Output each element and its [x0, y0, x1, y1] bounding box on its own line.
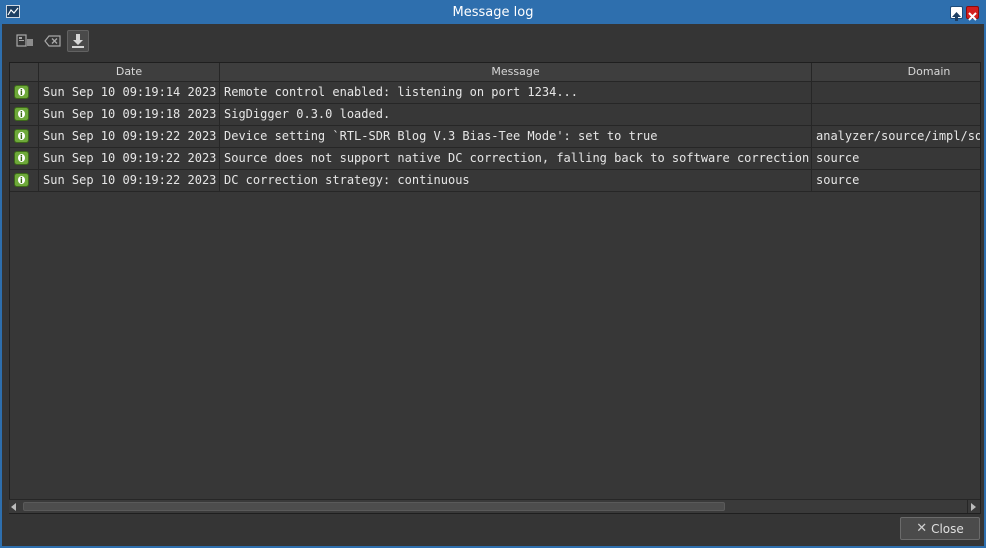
horizontal-scrollbar[interactable] [9, 499, 980, 513]
domain-cell [812, 82, 980, 103]
message-log-window: Message log Date Message Domain i Sun Se… [0, 0, 986, 548]
message-cell: SigDigger 0.3.0 loaded. [220, 104, 812, 125]
toolbar [8, 28, 968, 54]
column-header-message[interactable]: Message [220, 63, 812, 81]
row-icon-cell: i [10, 126, 39, 147]
copy-button[interactable] [14, 30, 36, 52]
row-icon-cell: i [10, 170, 39, 191]
maximize-button[interactable] [950, 6, 963, 21]
info-icon: i [14, 85, 29, 99]
domain-cell: analyzer/source/impl/soapysdr [816, 129, 981, 143]
save-button[interactable] [67, 30, 89, 52]
message-cell: Device setting `RTL-SDR Blog V.3 Bias-Te… [220, 126, 812, 147]
date-cell: Sun Sep 10 09:19:18 2023 [39, 104, 220, 125]
arrow-up-icon [952, 12, 961, 21]
message-table[interactable]: Date Message Domain i Sun Sep 10 09:19:1… [9, 62, 981, 514]
date-cell: Sun Sep 10 09:19:22 2023 [39, 126, 220, 147]
domain-cell [812, 104, 980, 125]
info-icon: i [14, 129, 29, 143]
date-cell: Sun Sep 10 09:19:22 2023 [39, 170, 220, 191]
scroll-right-icon[interactable] [971, 503, 976, 511]
info-icon: i [14, 107, 29, 121]
copy-to-clipboard-icon [16, 34, 33, 47]
table-row[interactable]: i Sun Sep 10 09:19:22 2023 DC correction… [10, 170, 980, 192]
window-title: Message log [452, 5, 534, 20]
close-icon [968, 12, 977, 21]
row-icon-cell: i [10, 104, 39, 125]
row-icon-cell: i [10, 148, 39, 169]
column-header-date[interactable]: Date [39, 63, 220, 81]
message-cell: DC correction strategy: continuous [220, 170, 812, 191]
clear-button[interactable] [42, 30, 64, 52]
save-log-icon [72, 34, 84, 48]
date-cell: Sun Sep 10 09:19:14 2023 [39, 82, 220, 103]
close-button-label: Close [931, 521, 964, 536]
scroll-left-icon[interactable] [11, 503, 16, 511]
date-cell: Sun Sep 10 09:19:22 2023 [39, 148, 220, 169]
scrollbar-thumb[interactable] [23, 502, 725, 511]
message-cell: Source does not support native DC correc… [220, 148, 812, 169]
close-x-icon: ✕ [916, 521, 928, 536]
info-icon: i [14, 173, 29, 187]
info-icon: i [14, 151, 29, 165]
domain-cell: source [816, 151, 860, 165]
window-close-button[interactable] [966, 6, 979, 21]
domain-cell: source [816, 173, 860, 187]
close-button[interactable]: ✕ Close [900, 517, 980, 540]
table-row[interactable]: i Sun Sep 10 09:19:22 2023 Device settin… [10, 126, 981, 148]
row-icon-cell: i [10, 82, 39, 103]
message-cell: Remote control enabled: listening on por… [220, 82, 812, 103]
title-bar[interactable]: Message log [2, 0, 984, 24]
table-row[interactable]: i Sun Sep 10 09:19:14 2023 Remote contro… [10, 82, 980, 104]
clear-log-icon [44, 35, 61, 47]
table-header: Date Message Domain [10, 63, 980, 82]
column-header-icon[interactable] [10, 63, 39, 81]
table-row[interactable]: i Sun Sep 10 09:19:18 2023 SigDigger 0.3… [10, 104, 980, 126]
column-header-domain[interactable]: Domain [812, 63, 980, 81]
table-row[interactable]: i Sun Sep 10 09:19:22 2023 Source does n… [10, 148, 980, 170]
